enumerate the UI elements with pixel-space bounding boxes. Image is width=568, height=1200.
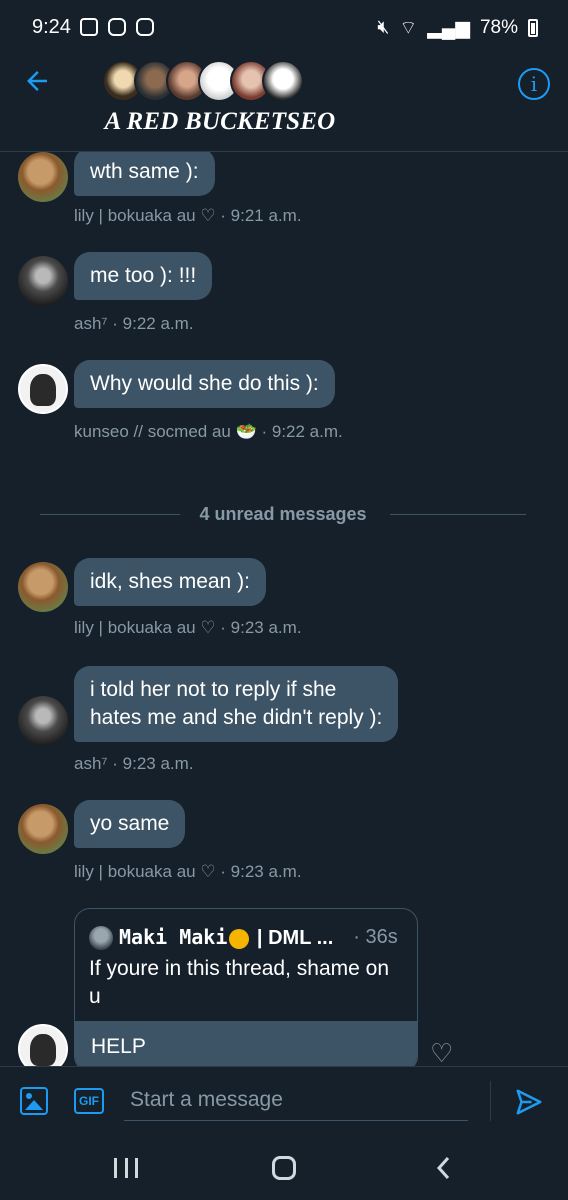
add-reaction-icon[interactable]: ♡ — [430, 1040, 458, 1066]
status-bar: 9:24 🔇︎ ⌔ ▂▄▆ 78% — [0, 0, 568, 56]
quoted-author-prefix: Maki Maki — [119, 925, 228, 949]
message-meta: lily | bokuaka au ♡ · 9:21 a.m. — [74, 206, 302, 225]
group-avatars[interactable] — [102, 60, 304, 102]
info-button[interactable]: i — [518, 68, 550, 100]
home-button[interactable] — [272, 1156, 296, 1180]
message-meta: ash⁷ · 9:23 a.m. — [74, 754, 194, 773]
chevron-left-icon — [436, 1156, 450, 1180]
gif-button[interactable]: GIF — [74, 1088, 104, 1114]
message-bubble[interactable]: wth same ): — [74, 152, 215, 196]
message-bubble[interactable]: i told her not to reply if she hates me … — [74, 666, 399, 742]
image-picker-icon[interactable] — [20, 1087, 48, 1115]
quoted-tweet-author: Maki Maki | DML ... — [119, 925, 333, 950]
message-bubble[interactable]: Why would she do this ): — [74, 360, 335, 408]
system-nav-bar — [0, 1134, 568, 1200]
battery-percent: 78% — [479, 17, 518, 38]
message-input[interactable] — [124, 1079, 468, 1121]
message-bubble[interactable]: me too ): !!! — [74, 252, 213, 300]
quoted-tweet-time: · 36s — [353, 926, 398, 948]
instagram-notification-icon-2 — [136, 18, 154, 36]
signal-icon: ▂▄▆ — [427, 17, 470, 39]
quoted-tweet-header: Maki Maki | DML ... · 36s — [89, 925, 398, 950]
wifi-icon: ⌔ — [399, 18, 418, 39]
info-icon: i — [530, 72, 538, 96]
battery-icon — [528, 19, 538, 37]
message-meta: kunseo // socmed au 🥗 · 9:22 a.m. — [74, 422, 343, 441]
arrow-left-icon — [27, 71, 47, 91]
recent-apps-button[interactable] — [114, 1158, 138, 1178]
avatar[interactable] — [18, 696, 68, 746]
member-avatar — [262, 60, 304, 102]
system-back-button[interactable] — [432, 1154, 456, 1182]
message-meta: ash⁷ · 9:22 a.m. — [74, 314, 194, 333]
message-bubble[interactable]: HELP — [75, 1021, 417, 1066]
avatar[interactable] — [18, 152, 68, 202]
avatar[interactable] — [18, 1024, 68, 1066]
quoted-tweet-text: If youre in this thread, shame on u — [89, 957, 389, 1008]
unread-divider: 4 unread messages — [40, 504, 526, 524]
mute-icon: 🔇︎ — [377, 17, 390, 38]
status-right: 🔇︎ ⌔ ▂▄▆ 78% — [377, 16, 538, 40]
message-meta: lily | bokuaka au ♡ · 9:23 a.m. — [74, 862, 302, 881]
avatar[interactable] — [18, 562, 68, 612]
status-time: 9:24 — [32, 16, 71, 38]
gallery-notification-icon — [80, 18, 98, 36]
message-bubble[interactable]: idk, shes mean ): — [74, 558, 266, 606]
divider-line — [390, 514, 526, 515]
message-meta: lily | bokuaka au ♡ · 9:23 a.m. — [74, 618, 302, 637]
quoted-tweet-avatar — [89, 925, 113, 950]
conversation-header: A RED BUCKETSEO i — [0, 56, 568, 152]
send-button[interactable] — [514, 1087, 544, 1117]
sparkle-emoji-icon — [229, 928, 250, 949]
back-button[interactable] — [22, 66, 58, 102]
conversation-title[interactable]: A RED BUCKETSEO — [0, 108, 440, 136]
message-composer: GIF — [0, 1066, 568, 1134]
composer-divider — [490, 1081, 491, 1121]
avatar[interactable] — [18, 364, 68, 414]
avatar[interactable] — [18, 804, 68, 854]
quoted-tweet-card[interactable]: Maki Maki | DML ... · 36s If youre in th… — [74, 908, 418, 1066]
send-icon — [516, 1089, 542, 1115]
message-list[interactable]: wth same ): lily | bokuaka au ♡ · 9:21 a… — [0, 152, 568, 1066]
instagram-notification-icon — [108, 18, 126, 36]
message-bubble[interactable]: yo same — [74, 800, 186, 848]
avatar[interactable] — [18, 256, 68, 306]
notification-icons — [80, 18, 154, 36]
quoted-author-suffix: | DML ... — [251, 927, 334, 949]
